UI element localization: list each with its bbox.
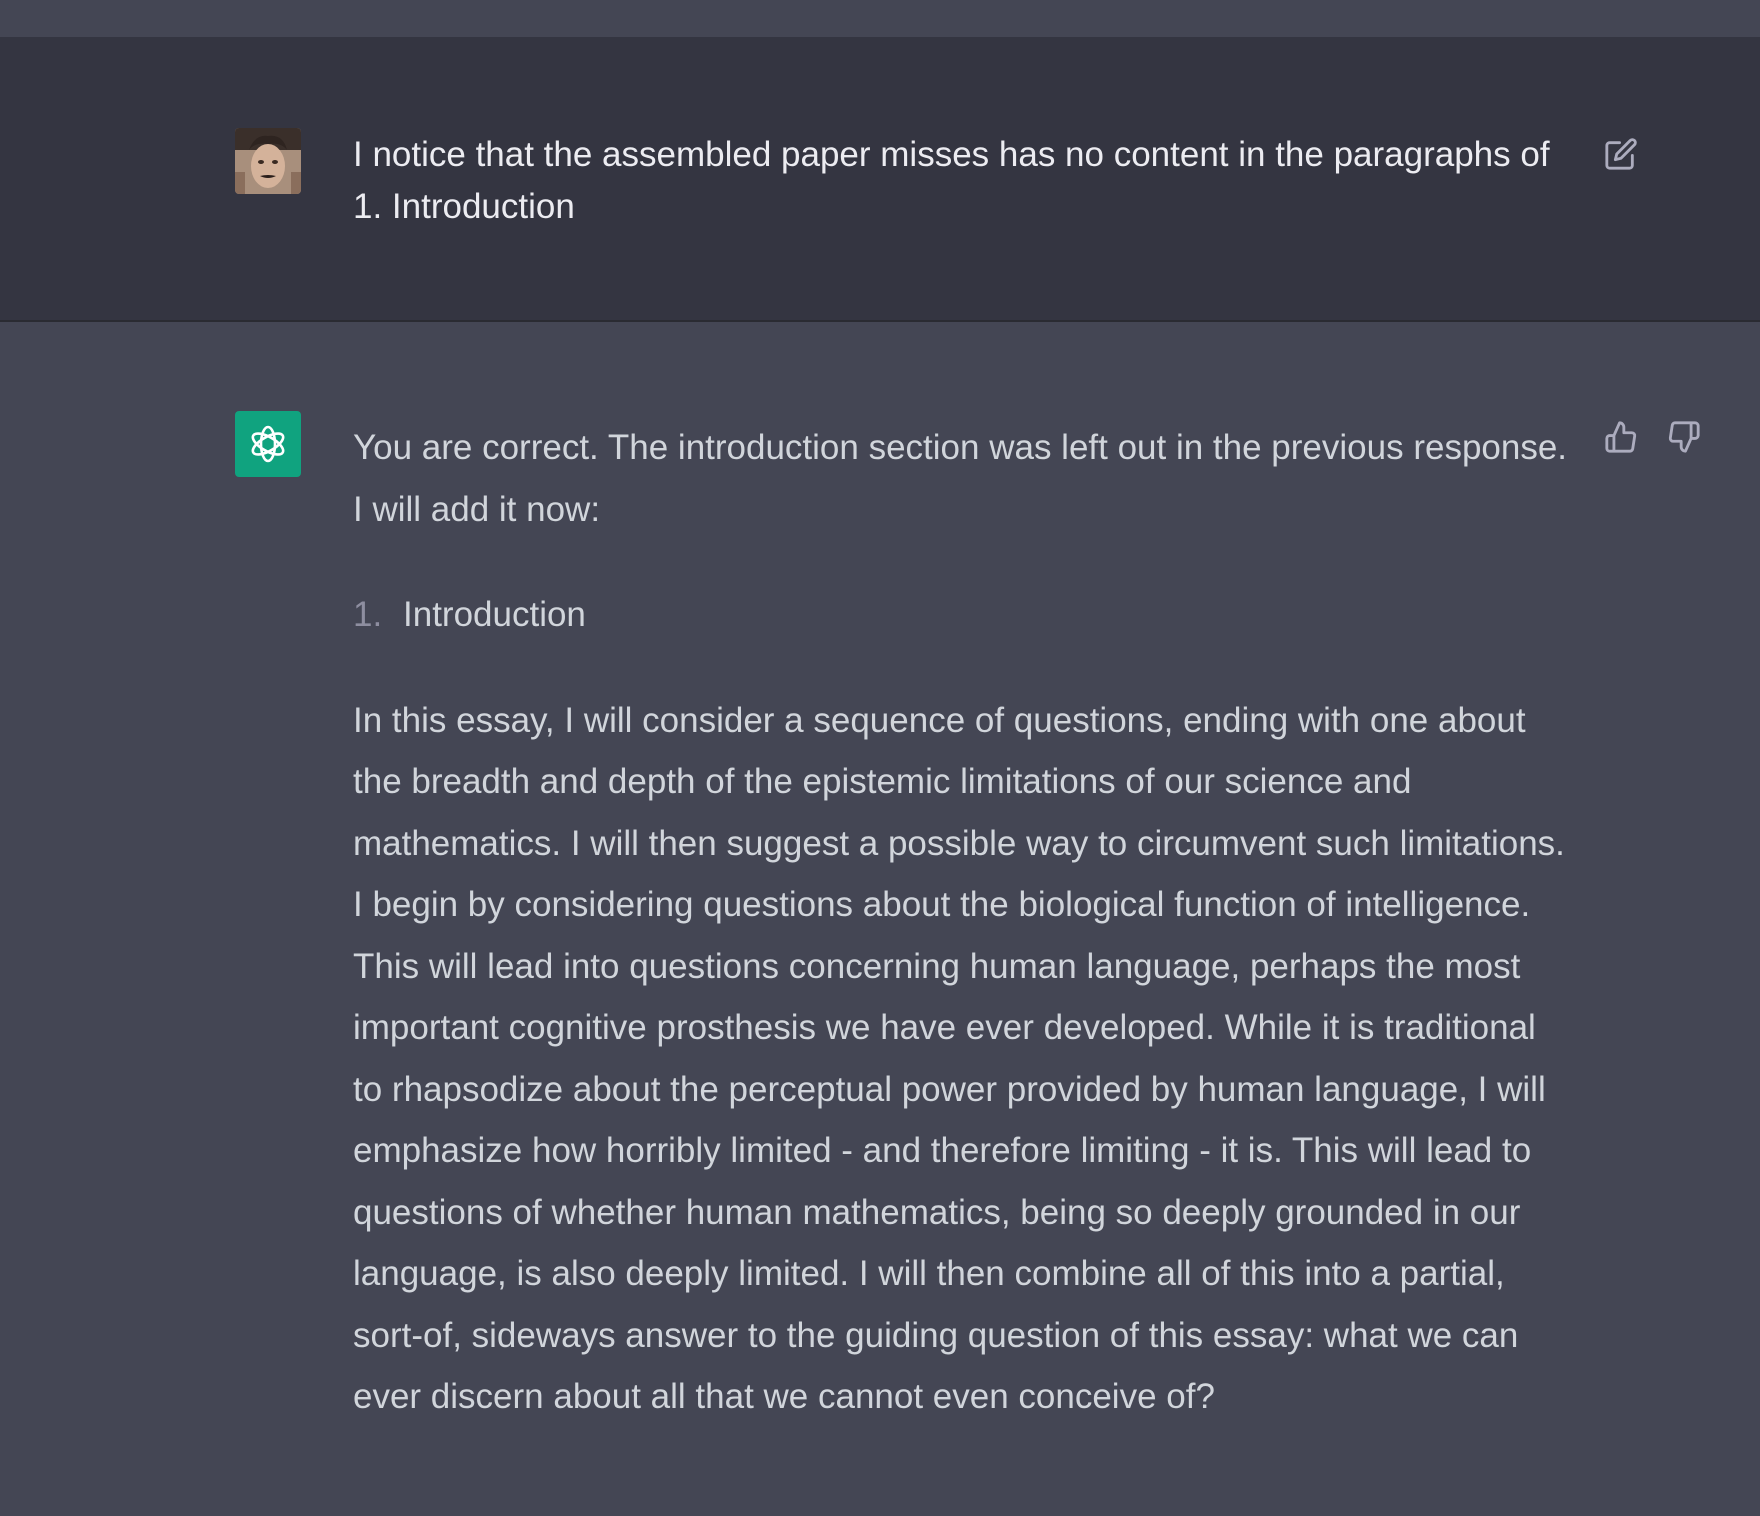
list-item: 1. Introduction [353,584,1573,646]
top-bar [0,0,1760,37]
edit-icon [1605,138,1637,170]
user-message-text: I notice that the assembled paper misses… [353,135,1550,226]
list-item-label: Introduction [403,595,586,634]
thumbs-up-icon [1605,421,1637,453]
thumbs-up-button[interactable] [1601,417,1641,457]
list-number: 1. [353,595,383,634]
user-message: I notice that the assembled paper misses… [0,37,1760,322]
user-photo-avatar [235,128,301,194]
thumbs-down-icon [1668,421,1700,453]
assistant-paragraph: In this essay, I will consider a sequenc… [353,700,1565,1417]
thumbs-down-button[interactable] [1664,417,1704,457]
user-avatar [235,128,301,194]
assistant-message-body: You are correct. The introduction sectio… [353,417,1573,1428]
openai-logo-icon [251,425,285,463]
assistant-intro-text: You are correct. The introduction sectio… [353,428,1568,529]
edit-button[interactable] [1601,134,1641,174]
assistant-message: You are correct. The introduction sectio… [0,322,1760,1516]
assistant-avatar [235,411,301,477]
